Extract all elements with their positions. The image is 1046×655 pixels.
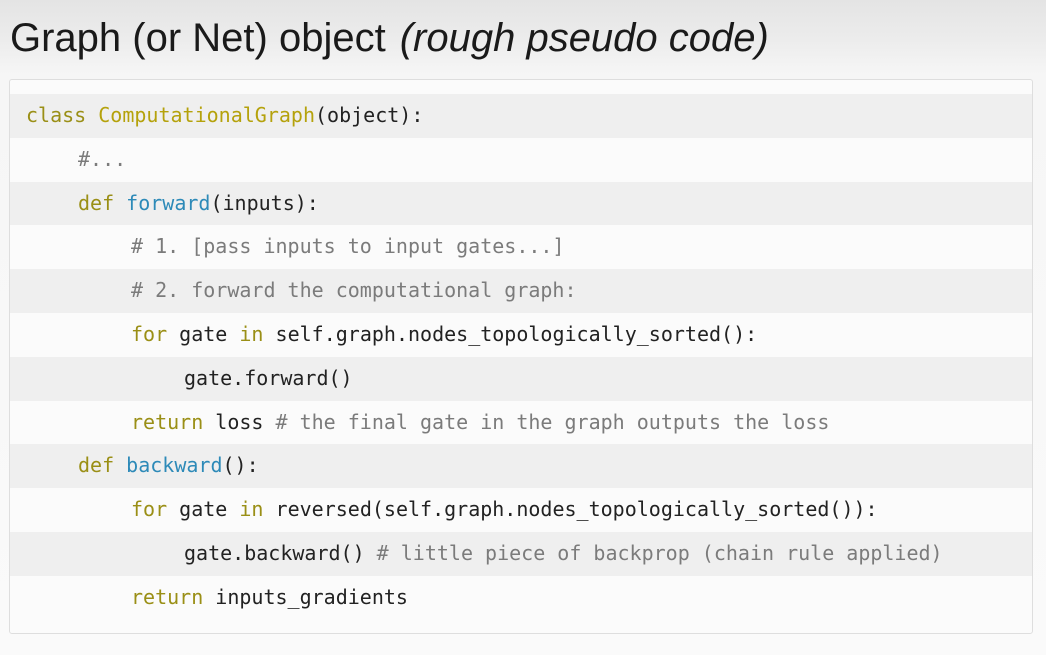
code-text: inputs_gradients <box>215 584 408 609</box>
comment: # little piece of backprop (chain rule a… <box>376 540 943 565</box>
code-line-for-loop: for gate in self.graph.nodes_topological… <box>10 313 1032 357</box>
keyword: in <box>239 497 264 522</box>
code-block: class ComputationalGraph(object): #... d… <box>9 79 1033 634</box>
code-line-comment: # 2. forward the computational graph: <box>10 269 1032 313</box>
code-line-backward-def: def backward(): <box>10 444 1032 489</box>
title-note: (rough pseudo code) <box>399 16 769 60</box>
code-line-comment: #... <box>10 138 1032 182</box>
keyword: in <box>239 321 264 346</box>
function-name: backward <box>126 453 223 478</box>
code-text: gate <box>179 321 228 346</box>
keyword: class <box>26 103 87 127</box>
code-text: gate <box>179 497 228 522</box>
keyword: for <box>131 321 168 346</box>
keyword: for <box>131 497 168 522</box>
code-text: (inputs): <box>210 190 319 215</box>
code-text: reversed(self.graph.nodes_topologically_… <box>275 497 878 522</box>
code-line-return: return loss # the final gate in the grap… <box>10 401 1032 445</box>
code-line-call: gate.forward() <box>10 356 1032 401</box>
code-text: loss <box>215 409 264 434</box>
keyword: def <box>78 453 115 478</box>
code-text: self.graph.nodes_topologically_sorted(): <box>275 321 758 346</box>
slide-title: Graph (or Net) object (rough pseudo code) <box>10 12 769 64</box>
code-text: (): <box>222 453 259 478</box>
code-line-for-loop: for gate in reversed(self.graph.nodes_to… <box>10 488 1032 532</box>
code-text: gate.backward() <box>184 540 365 565</box>
class-name: ComputationalGraph <box>98 103 316 127</box>
code-line-comment: # 1. [pass inputs to input gates...] <box>10 225 1032 269</box>
code-line-forward-def: def forward(inputs): <box>10 181 1032 226</box>
title-main: Graph (or Net) object <box>10 16 386 60</box>
comment: # 2. forward the computational graph: <box>131 278 577 303</box>
function-name: forward <box>126 190 211 215</box>
comment: # the final gate in the graph outputs th… <box>275 409 830 434</box>
code-line-class-def: class ComputationalGraph(object): <box>10 94 1032 138</box>
comment: #... <box>78 146 127 171</box>
code-line-return: return inputs_gradients <box>10 576 1032 620</box>
code-text: (object): <box>315 103 424 127</box>
keyword: return <box>131 584 204 609</box>
keyword: def <box>78 190 115 215</box>
comment: # 1. [pass inputs to input gates...] <box>131 234 565 259</box>
keyword: return <box>131 409 204 434</box>
code-line-call: gate.backward() # little piece of backpr… <box>10 531 1032 576</box>
code-text: gate.forward() <box>184 365 353 390</box>
